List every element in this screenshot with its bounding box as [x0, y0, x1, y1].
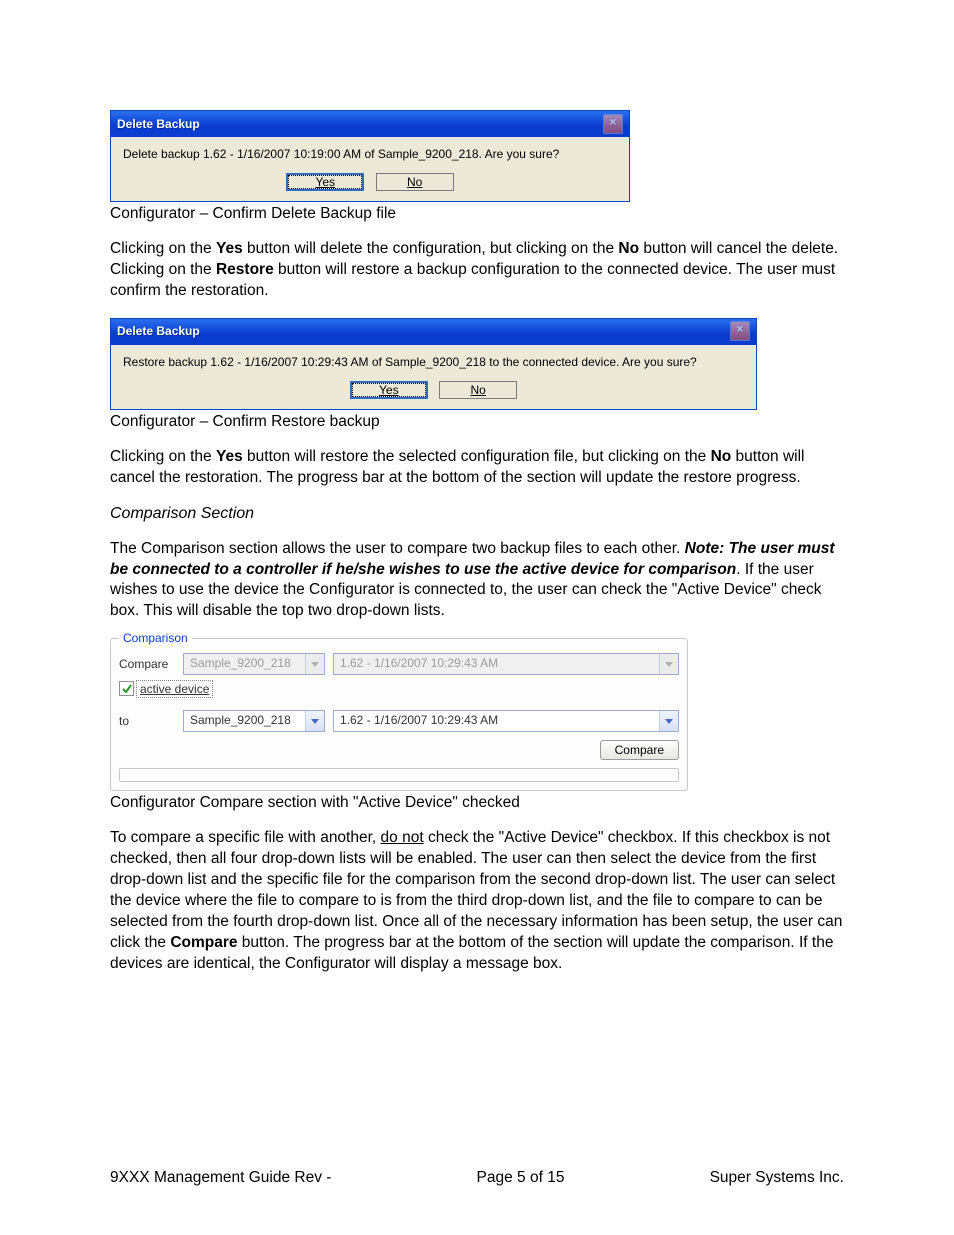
delete-backup-dialog-2: Delete Backup × Restore backup 1.62 - 1/…: [110, 318, 757, 410]
close-icon[interactable]: ×: [730, 321, 750, 341]
no-button[interactable]: No: [376, 173, 454, 191]
dialog-message: Delete backup 1.62 - 1/16/2007 10:19:00 …: [123, 147, 617, 161]
panel-legend: Comparison: [119, 631, 192, 645]
compare-label: Compare: [119, 657, 175, 671]
to-device-dropdown[interactable]: Sample_9200_218: [183, 710, 325, 732]
delete-backup-dialog-1: Delete Backup × Delete backup 1.62 - 1/1…: [110, 110, 630, 202]
comparison-panel: Comparison Compare Sample_9200_218 1.62 …: [110, 638, 688, 791]
dialog-title: Delete Backup: [117, 324, 200, 338]
compare-file-dropdown: 1.62 - 1/16/2007 10:29:43 AM: [333, 653, 679, 675]
dialog-message: Restore backup 1.62 - 1/16/2007 10:29:43…: [123, 355, 744, 369]
to-file-dropdown[interactable]: 1.62 - 1/16/2007 10:29:43 AM: [333, 710, 679, 732]
chevron-down-icon: [659, 654, 678, 674]
page-footer: 9XXX Management Guide Rev - Page 5 of 15…: [110, 1169, 844, 1187]
yes-button[interactable]: Yes: [286, 173, 364, 191]
compare-button[interactable]: Compare: [600, 740, 679, 760]
active-device-label[interactable]: active device: [138, 682, 211, 696]
chevron-down-icon: [305, 654, 324, 674]
figure-caption: Configurator – Confirm Delete Backup fil…: [110, 205, 844, 223]
body-paragraph: The Comparison section allows the user t…: [110, 539, 844, 623]
titlebar: Delete Backup ×: [111, 319, 756, 344]
footer-left: 9XXX Management Guide Rev -: [110, 1169, 331, 1187]
body-paragraph: To compare a specific file with another,…: [110, 828, 844, 974]
no-button[interactable]: No: [439, 381, 517, 399]
yes-button[interactable]: Yes: [350, 381, 428, 399]
chevron-down-icon[interactable]: [305, 711, 324, 731]
dialog-title: Delete Backup: [117, 117, 200, 131]
footer-right: Super Systems Inc.: [710, 1169, 844, 1187]
body-paragraph: Clicking on the Yes button will restore …: [110, 447, 844, 489]
chevron-down-icon[interactable]: [659, 711, 678, 731]
section-heading: Comparison Section: [110, 505, 844, 523]
figure-caption: Configurator Compare section with "Activ…: [110, 794, 844, 812]
footer-center: Page 5 of 15: [477, 1169, 565, 1187]
titlebar: Delete Backup ×: [111, 111, 629, 136]
to-label: to: [119, 714, 175, 728]
progress-bar: [119, 768, 679, 782]
close-icon[interactable]: ×: [603, 114, 623, 134]
body-paragraph: Clicking on the Yes button will delete t…: [110, 239, 844, 302]
figure-caption: Configurator – Confirm Restore backup: [110, 413, 844, 431]
active-device-checkbox[interactable]: [119, 681, 134, 696]
compare-device-dropdown: Sample_9200_218: [183, 653, 325, 675]
